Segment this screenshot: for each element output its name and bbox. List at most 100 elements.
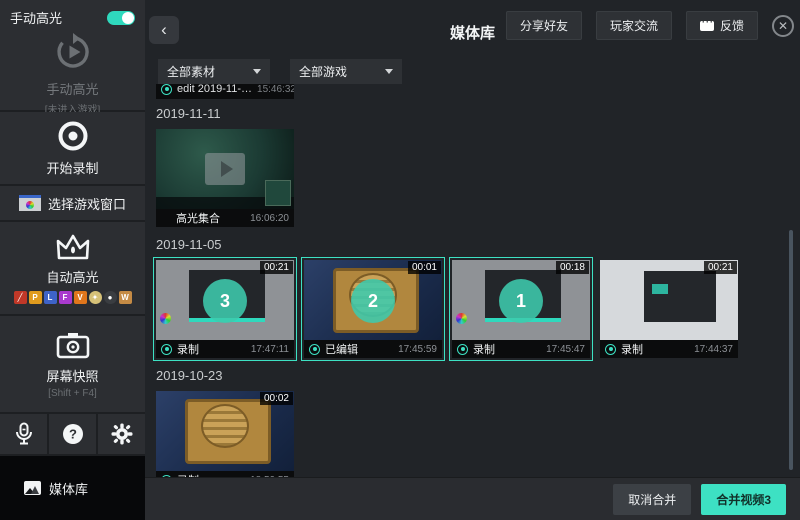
- record-icon: [457, 344, 468, 355]
- start-record-label: 开始录制: [46, 158, 98, 177]
- media-thumbnail: [156, 129, 294, 209]
- item-time: 17:44:37: [694, 344, 733, 355]
- record-icon: [605, 344, 616, 355]
- microphone-button[interactable]: [0, 414, 49, 454]
- material-filter-dropdown[interactable]: 全部素材: [158, 59, 270, 84]
- help-button[interactable]: ?: [49, 414, 98, 454]
- filters-row: 全部素材 全部游戏: [158, 59, 402, 84]
- main-panel: ‹ 媒体库 分享好友 玩家交流 反馈 ✕ 全部素材 全部游戏: [145, 0, 800, 520]
- auto-highlight-section[interactable]: 自动高光 ╱PLFV✦●W: [0, 222, 145, 316]
- chevron-down-icon: [253, 69, 261, 74]
- game-window-icon: [19, 195, 41, 211]
- media-library-tab-label: 媒体库: [49, 479, 88, 498]
- play-overlay-icon: [205, 153, 245, 185]
- selection-badge: 1: [499, 279, 543, 323]
- duration-badge: 00:18: [556, 261, 589, 274]
- pubg-icon[interactable]: P: [29, 291, 42, 304]
- clipped-item-caption: edit 2019-11-…: [177, 84, 252, 95]
- item-caption: 高光集合: [176, 210, 220, 226]
- manual-highlight-toggle[interactable]: [107, 11, 135, 25]
- toggle-knob: [122, 12, 134, 24]
- back-button[interactable]: ‹: [149, 16, 179, 44]
- sidebar-tools-row: ?: [0, 414, 145, 456]
- media-groups: 2019-11-11 高光集合 16:06:20 2019-11-05 00:2…: [153, 106, 800, 477]
- crown-icon: [54, 233, 92, 261]
- record-circle-icon: [57, 120, 89, 152]
- date-label: 2019-10-23: [156, 368, 800, 383]
- back-chevron-icon: ‹: [161, 20, 167, 40]
- clipped-media-item[interactable]: edit 2019-11-… 15:46:32: [156, 84, 294, 99]
- media-list: edit 2019-11-… 15:46:32 2019-11-11 高光集合 …: [145, 84, 800, 477]
- media-caption-bar: 录制 17:45:47: [452, 340, 590, 358]
- media-item[interactable]: 00:21 录制 17:44:37: [597, 257, 741, 361]
- feedback-button[interactable]: 反馈: [686, 11, 758, 40]
- feedback-chat-icon: [700, 21, 714, 31]
- sidebar: 手动高光 手动高光 [未进入游戏] 开始录制: [0, 0, 145, 520]
- svg-text:?: ?: [69, 427, 77, 442]
- date-label: 2019-11-11: [156, 106, 800, 121]
- select-game-window-label: 选择游戏窗口: [48, 194, 126, 213]
- media-item[interactable]: 高光集合 16:06:20: [153, 126, 297, 230]
- sidebar-tab-media-library[interactable]: 媒体库: [0, 456, 145, 520]
- item-caption: 录制: [621, 341, 643, 357]
- select-game-window-button[interactable]: 选择游戏窗口: [0, 186, 145, 222]
- media-caption-bar: 录制 17:47:11: [156, 340, 294, 358]
- material-filter-value: 全部素材: [167, 63, 215, 80]
- close-icon: ✕: [778, 19, 788, 33]
- record-icon: [161, 344, 172, 355]
- media-item[interactable]: 00:02 录制 18:50:55: [153, 388, 297, 477]
- camera-icon: [55, 330, 91, 360]
- player-community-label: 玩家交流: [610, 17, 658, 34]
- screenshot-hotkey: [Shift + F4]: [48, 388, 97, 399]
- warcraft-icon[interactable]: W: [119, 291, 132, 304]
- manual-highlight-toggle-label: 手动高光: [10, 8, 62, 27]
- item-caption: 已编辑: [325, 341, 358, 357]
- item-time: 17:45:59: [398, 344, 437, 355]
- date-label: 2019-11-05: [156, 237, 800, 252]
- replay-play-icon[interactable]: [52, 31, 94, 73]
- fortnite-icon[interactable]: F: [59, 291, 72, 304]
- feedback-label: 反馈: [720, 17, 744, 34]
- lol-icon[interactable]: L: [44, 291, 57, 304]
- duration-badge: 00:01: [408, 261, 441, 274]
- item-time: 17:47:11: [251, 344, 289, 355]
- app-window: 手动高光 手动高光 [未进入游戏] 开始录制: [0, 0, 800, 520]
- manual-highlight-label: 手动高光: [46, 79, 98, 98]
- media-caption-bar: 已编辑 17:45:59: [304, 340, 442, 358]
- record-icon: [309, 344, 320, 355]
- disabled-game-icon[interactable]: ●: [104, 291, 117, 304]
- media-item[interactable]: 00:01 2 已编辑 17:45:59: [301, 257, 445, 361]
- media-item[interactable]: 00:21 3 录制 17:47:11: [153, 257, 297, 361]
- close-button[interactable]: ✕: [772, 15, 794, 37]
- merge-videos-button[interactable]: 合并视频3: [701, 484, 786, 515]
- selection-badge: 2: [351, 279, 395, 323]
- media-item[interactable]: 00:18 1 录制 17:45:47: [449, 257, 593, 361]
- record-icon: [161, 84, 172, 95]
- manual-highlight-section: 手动高光 手动高光 [未进入游戏]: [0, 0, 145, 112]
- game-filter-dropdown[interactable]: 全部游戏: [290, 59, 402, 84]
- dota2-icon[interactable]: ╱: [14, 291, 27, 304]
- auto-highlight-label: 自动高光: [46, 267, 98, 286]
- item-time: 16:06:20: [250, 213, 289, 224]
- cancel-merge-button[interactable]: 取消合并: [613, 484, 691, 515]
- duration-badge: 00:21: [704, 261, 737, 274]
- gold-game-icon[interactable]: ✦: [89, 291, 102, 304]
- duration-badge: 00:02: [260, 392, 293, 405]
- page-title: 媒体库: [450, 22, 495, 43]
- media-library-icon: [24, 481, 41, 495]
- start-record-button[interactable]: 开始录制: [0, 112, 145, 186]
- item-caption: 录制: [473, 341, 495, 357]
- media-caption-bar: 录制 17:44:37: [600, 340, 738, 358]
- share-friends-button[interactable]: 分享好友: [506, 11, 582, 40]
- screenshot-button[interactable]: 屏幕快照 [Shift + F4]: [0, 316, 145, 414]
- player-community-button[interactable]: 玩家交流: [596, 11, 672, 40]
- item-caption: 录制: [177, 341, 199, 357]
- screenshot-label: 屏幕快照: [46, 366, 98, 385]
- settings-gear-button[interactable]: [98, 414, 145, 454]
- media-caption-bar: 高光集合 16:06:20: [156, 209, 294, 227]
- selection-badge: 3: [203, 279, 247, 323]
- chevron-down-icon: [385, 69, 393, 74]
- csgo-icon[interactable]: V: [74, 291, 87, 304]
- scrollbar[interactable]: [789, 230, 793, 470]
- footer-bar: 取消合并 合并视频3: [145, 477, 800, 520]
